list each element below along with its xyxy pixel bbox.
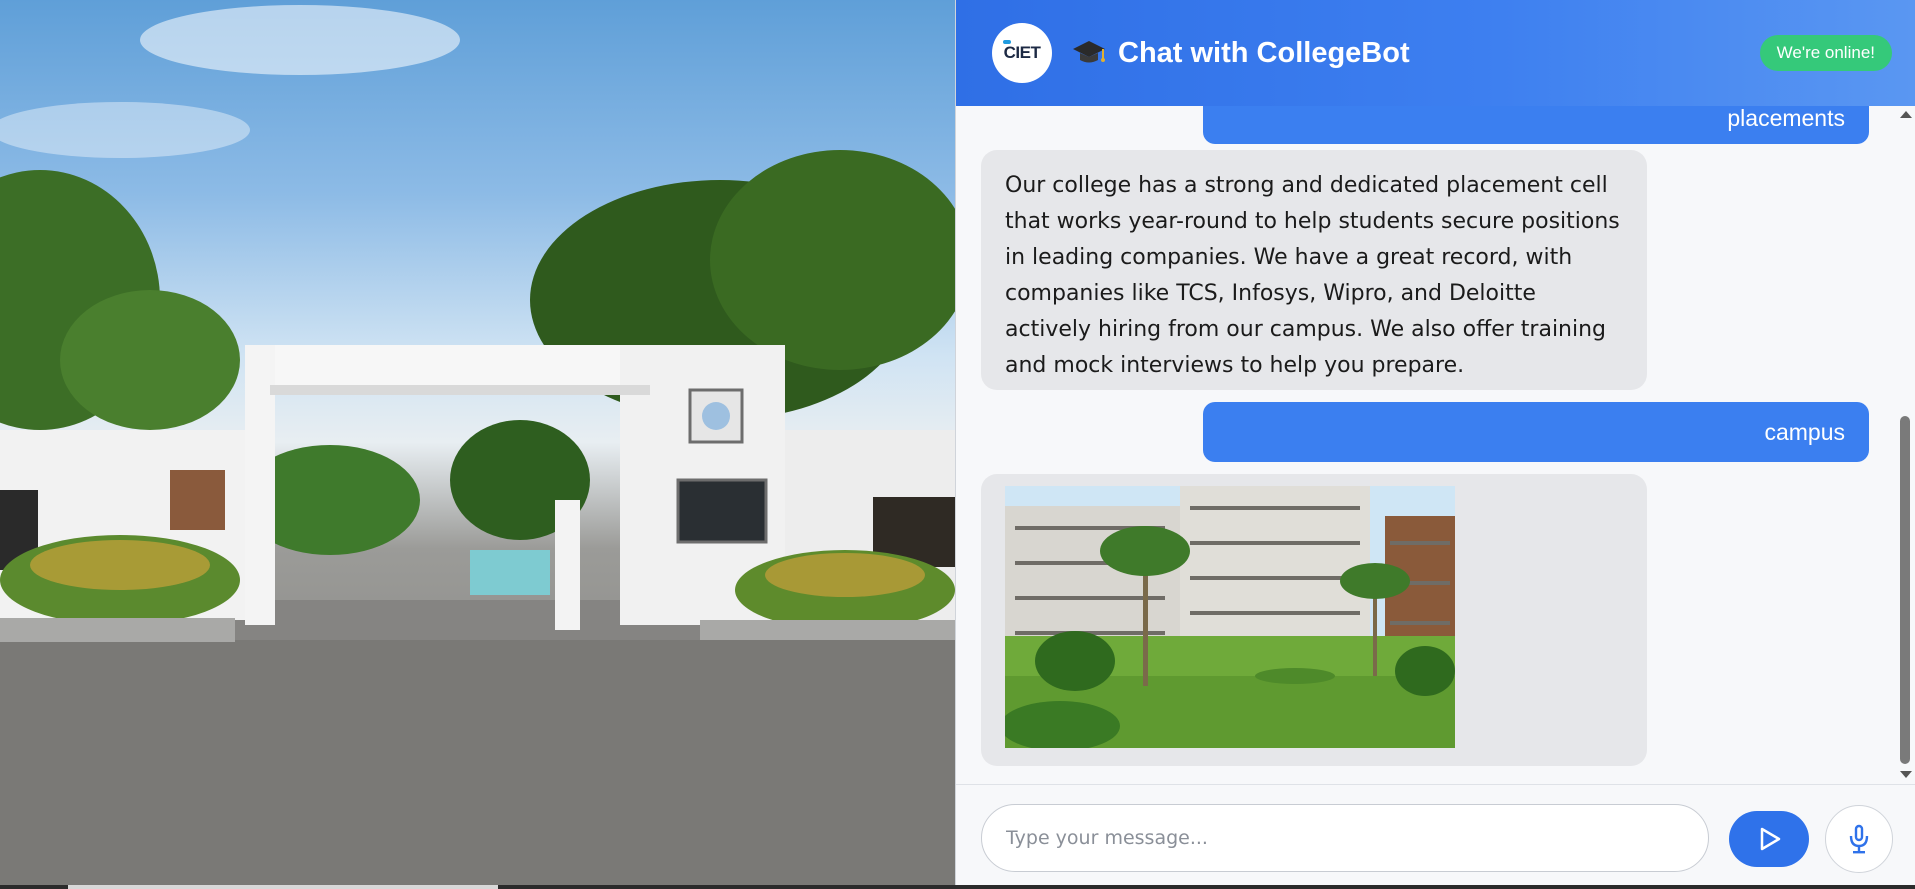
- graduation-cap-icon: [1073, 41, 1105, 63]
- chat-title: Chat with CollegeBot: [1118, 36, 1410, 69]
- message-scrollbar[interactable]: [1895, 106, 1915, 784]
- campus-gate-photo: [0, 0, 955, 885]
- college-logo-text: CIET: [1002, 40, 1041, 62]
- campus-building-photo: [1005, 486, 1455, 748]
- scroll-up-arrow-icon[interactable]: [1900, 111, 1912, 118]
- bot-message-campus-image: [981, 474, 1647, 766]
- scroll-down-arrow-icon[interactable]: [1900, 771, 1912, 778]
- message-list: placements Our college has a strong and …: [956, 106, 1896, 784]
- send-button[interactable]: [1729, 811, 1809, 867]
- chat-panel: CIET Chat with CollegeBot We're online! …: [955, 0, 1915, 887]
- send-icon: [1760, 827, 1781, 851]
- user-message-placements: placements: [1203, 106, 1869, 144]
- taskbar-strip: [0, 885, 1915, 889]
- scrollbar-thumb[interactable]: [1900, 416, 1910, 764]
- microphone-icon: [1849, 824, 1869, 854]
- chat-header: CIET Chat with CollegeBot We're online!: [956, 0, 1915, 106]
- user-message-campus: campus: [1203, 402, 1869, 462]
- message-input-bar: [956, 784, 1915, 887]
- microphone-button[interactable]: [1825, 805, 1893, 873]
- message-input[interactable]: [981, 804, 1709, 872]
- header-title: Chat with CollegeBot: [1072, 34, 1410, 72]
- bot-message-placements: Our college has a strong and dedicated p…: [981, 150, 1647, 390]
- online-status-badge: We're online!: [1759, 35, 1892, 71]
- college-logo: CIET: [992, 23, 1052, 83]
